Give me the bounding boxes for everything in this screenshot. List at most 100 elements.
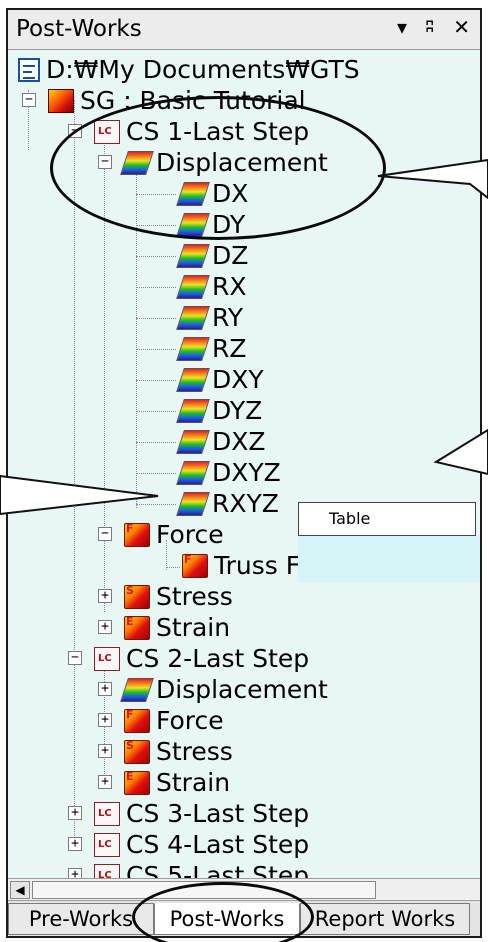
tree-cs1[interactable]: LC CS 1-Last Step — [94, 116, 309, 147]
document-icon — [18, 57, 40, 82]
expand-toggle[interactable]: + — [98, 682, 112, 696]
expand-toggle[interactable]: + — [68, 837, 82, 851]
load-case-icon: LC — [94, 801, 120, 826]
tree-connector — [136, 411, 176, 412]
load-case-icon: LC — [94, 832, 120, 857]
stress-icon: S — [124, 584, 150, 609]
tab-report-works[interactable]: Report Works — [300, 903, 470, 935]
tree-disp-item-dy[interactable]: DY — [176, 209, 245, 240]
tree-cs2[interactable]: LC CS 2-Last Step — [94, 643, 309, 674]
tree-connector — [136, 380, 176, 381]
pin-icon[interactable]: ʭ — [426, 15, 440, 39]
expand-toggle[interactable]: + — [98, 775, 112, 789]
expand-toggle[interactable]: + — [98, 713, 112, 727]
collapse-toggle[interactable]: − — [98, 527, 112, 541]
dropdown-icon[interactable]: ▾ — [397, 15, 413, 39]
tree-disp-item-dx[interactable]: DX — [176, 178, 248, 209]
tree-disp-item-dxyz[interactable]: DXYZ — [176, 457, 281, 488]
displacement-icon — [176, 305, 210, 330]
panel-title: Post-Works — [16, 16, 142, 42]
force-icon: F — [124, 522, 150, 547]
works-tabbar: Pre-Works Post-Works Report Works — [8, 900, 480, 936]
expand-toggle[interactable]: + — [98, 744, 112, 758]
tree-connector — [136, 318, 176, 319]
tree-connector — [136, 225, 176, 226]
load-case-icon: LC — [94, 863, 120, 878]
tree-disp-item-ry[interactable]: RY — [176, 302, 243, 333]
tree-disp-item-dxy[interactable]: DXY — [176, 364, 264, 395]
displacement-icon — [176, 429, 210, 454]
works-tree: D:₩My Documents₩GTS − SG : Basic Tutoria… — [8, 52, 480, 878]
context-menu-table[interactable]: Table — [298, 502, 476, 536]
tree-strain[interactable]: E Strain — [124, 612, 230, 643]
tree-truss-fx[interactable]: F Truss Fx — [182, 550, 315, 581]
stress-icon: S — [124, 739, 150, 764]
tree-disp-item-rz[interactable]: RZ — [176, 333, 247, 364]
context-menu-item-table[interactable]: Table — [329, 509, 370, 528]
tree-cs2-stress[interactable]: S Stress — [124, 736, 233, 767]
tab-post-works[interactable]: Post-Works — [154, 903, 300, 935]
collapse-toggle[interactable]: − — [98, 155, 112, 169]
tree-connector — [74, 100, 75, 840]
tree-disp-item-dyz[interactable]: DYZ — [176, 395, 262, 426]
tree-disp-item-rx[interactable]: RX — [176, 271, 247, 302]
tree-connector — [136, 473, 176, 474]
collapse-toggle[interactable]: − — [68, 124, 82, 138]
displacement-icon — [176, 460, 210, 485]
tree-stress[interactable]: S Stress — [124, 581, 233, 612]
force-icon: F — [182, 553, 208, 578]
displacement-icon — [176, 336, 210, 361]
force-icon: F — [124, 708, 150, 733]
displacement-icon — [120, 150, 154, 175]
load-case-icon: LC — [94, 646, 120, 671]
tree-cs2-strain[interactable]: E Strain — [124, 767, 230, 798]
expand-toggle[interactable]: + — [98, 620, 112, 634]
strain-icon: E — [124, 770, 150, 795]
tree-connector — [136, 442, 176, 443]
tree-cs3[interactable]: LC CS 3-Last Step — [94, 798, 309, 829]
tree-displacement[interactable]: Displacement — [120, 147, 328, 178]
displacement-icon — [176, 491, 210, 516]
load-case-icon: LC — [94, 119, 120, 144]
selection-highlight — [298, 536, 480, 582]
panel-titlebar: Post-Works ▾ ʭ ✕ — [8, 10, 480, 50]
expand-toggle[interactable]: + — [68, 806, 82, 820]
tree-disp-item-dz[interactable]: DZ — [176, 240, 248, 271]
tree-cs2-displacement[interactable]: Displacement — [120, 674, 328, 705]
displacement-icon — [176, 181, 210, 206]
tree-force[interactable]: F Force — [124, 519, 224, 550]
displacement-icon — [176, 274, 210, 299]
displacement-icon — [176, 367, 210, 392]
tree-model[interactable]: SG : Basic Tutorial — [48, 85, 306, 116]
tree-connector — [136, 164, 137, 508]
tree-connector — [136, 349, 176, 350]
expand-toggle[interactable]: + — [68, 868, 82, 878]
horizontal-scrollbar[interactable]: ◀ — [8, 878, 480, 900]
expand-toggle[interactable]: + — [98, 589, 112, 603]
model-cube-icon — [48, 88, 74, 113]
tree-cs5[interactable]: LC CS 5-Last Step — [94, 860, 309, 878]
tree-root-path[interactable]: D:₩My Documents₩GTS — [18, 54, 360, 85]
tree-cs2-force[interactable]: F Force — [124, 705, 224, 736]
displacement-icon — [176, 398, 210, 423]
displacement-icon — [176, 212, 210, 237]
panel-window-buttons[interactable]: ▾ ʭ ✕ — [397, 15, 476, 39]
tree-cs4[interactable]: LC CS 4-Last Step — [94, 829, 309, 860]
tree-connector — [136, 504, 176, 505]
collapse-toggle[interactable]: − — [68, 651, 82, 665]
displacement-icon — [120, 677, 154, 702]
tree-connector — [136, 194, 176, 195]
scrollbar-thumb[interactable] — [32, 881, 376, 899]
tree-connector — [136, 256, 176, 257]
collapse-toggle[interactable]: − — [22, 93, 36, 107]
strain-icon: E — [124, 615, 150, 640]
post-works-panel: Post-Works ▾ ʭ ✕ D:₩My Documents₩GTS − S… — [6, 8, 482, 938]
tree-connector — [136, 287, 176, 288]
tree-disp-item-rxyz[interactable]: RXYZ — [176, 488, 279, 519]
close-icon[interactable]: ✕ — [453, 15, 476, 39]
tab-pre-works[interactable]: Pre-Works — [8, 903, 154, 935]
displacement-icon — [176, 243, 210, 268]
tree-connector — [166, 567, 180, 568]
tree-disp-item-dxz[interactable]: DXZ — [176, 426, 266, 457]
scroll-left-arrow-icon[interactable]: ◀ — [10, 881, 30, 899]
